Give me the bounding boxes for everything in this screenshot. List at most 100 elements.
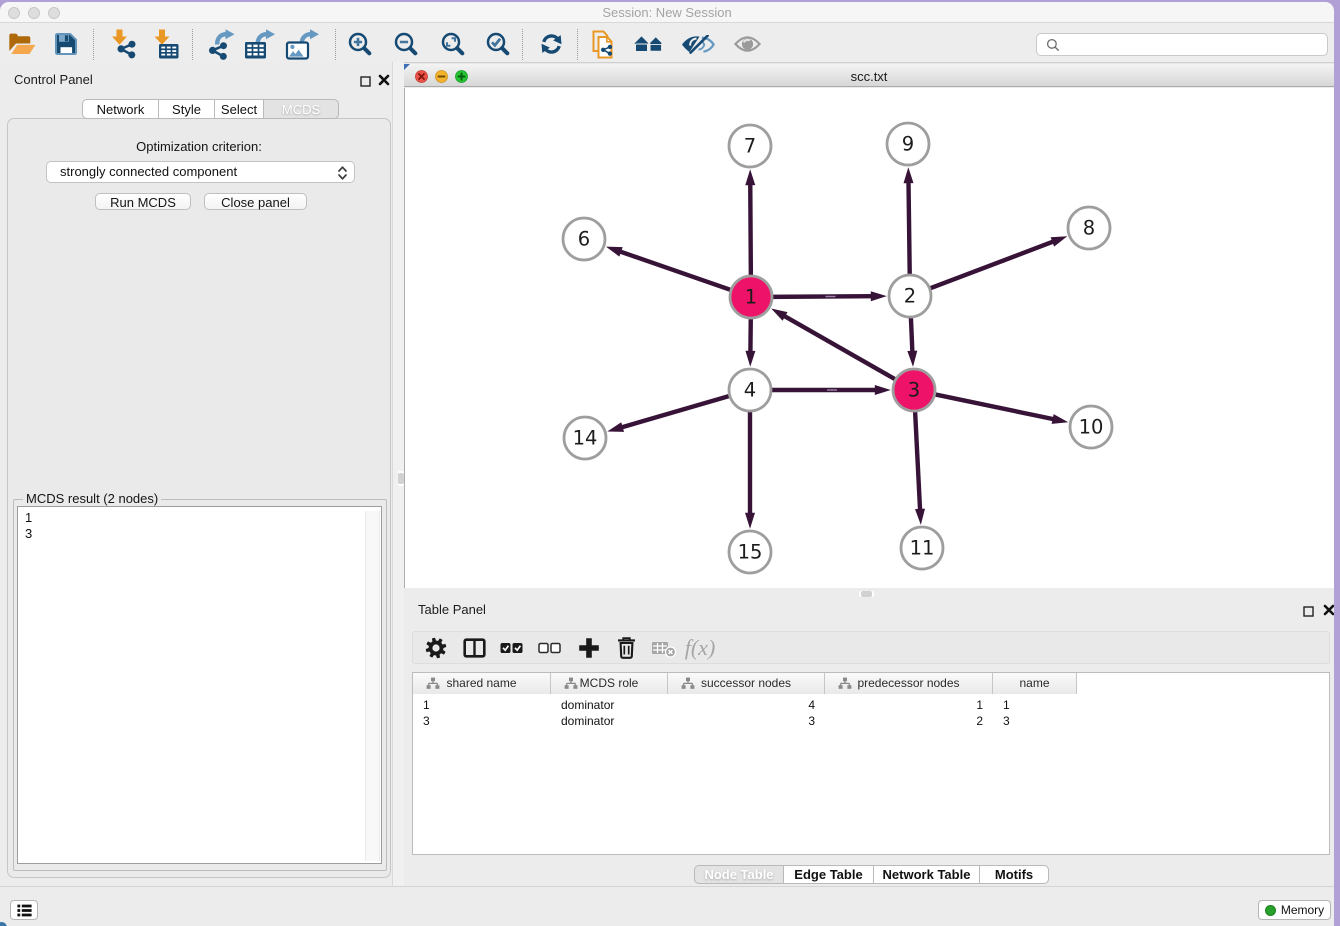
add-column-button[interactable] xyxy=(574,633,604,663)
cell-name[interactable]: 1 xyxy=(993,697,1077,713)
graph-node-7[interactable]: 7 xyxy=(729,125,771,167)
network-view-title: scc.txt xyxy=(404,69,1334,84)
cell-name[interactable]: 3 xyxy=(993,713,1077,729)
memory-button[interactable]: Memory xyxy=(1258,900,1331,920)
close-panel-button[interactable]: Close panel xyxy=(204,193,307,210)
show-overview-button[interactable] xyxy=(632,28,666,60)
hide-graphics-details-button[interactable] xyxy=(681,28,715,60)
tab-edge-table[interactable]: Edge Table xyxy=(783,865,873,884)
optimization-criterion-dropdown[interactable]: strongly connected component xyxy=(46,161,355,183)
toolbar-separator xyxy=(522,29,523,60)
network-view-titlebar: scc.txt xyxy=(404,63,1334,87)
graph-node-10[interactable]: 10 xyxy=(1070,406,1112,448)
column-header-name[interactable]: name xyxy=(993,673,1077,694)
delete-column-button[interactable] xyxy=(611,633,641,663)
zoom-fit-button[interactable] xyxy=(436,28,470,60)
import-network-button[interactable] xyxy=(105,28,139,60)
tab-select[interactable]: Select xyxy=(214,99,263,119)
edge-3-11[interactable] xyxy=(915,408,920,511)
edge-1-2[interactable] xyxy=(769,296,873,297)
tab-node-table[interactable]: Node Table xyxy=(694,865,783,884)
edge-3-1[interactable] xyxy=(783,315,898,381)
column-header-shared-name[interactable]: shared name xyxy=(413,673,551,694)
mcds-result-list[interactable]: 1 3 xyxy=(17,506,382,864)
edge-1-7[interactable] xyxy=(750,183,751,279)
import-network-icon xyxy=(108,29,136,59)
column-header-predecessor-nodes[interactable]: predecessor nodes xyxy=(825,673,993,694)
graph-node-9[interactable]: 9 xyxy=(887,123,929,165)
edge-2-8[interactable] xyxy=(927,241,1054,289)
cell-successor-nodes[interactable]: 3 xyxy=(668,713,825,729)
control-panel-header: Control Panel xyxy=(0,62,394,96)
graph-node-4[interactable]: 4 xyxy=(729,369,771,411)
search-input[interactable] xyxy=(1036,33,1328,56)
settings-button[interactable] xyxy=(421,633,451,663)
graph-node-15[interactable]: 15 xyxy=(729,531,771,573)
tab-mcds[interactable]: MCDS xyxy=(263,99,339,119)
table-row[interactable]: 1dominator411 xyxy=(413,697,1329,713)
cell-predecessor-nodes[interactable]: 2 xyxy=(825,713,993,729)
delete-table-button[interactable] xyxy=(649,633,679,663)
tab-network[interactable]: Network xyxy=(82,99,158,119)
edge-1-6[interactable] xyxy=(619,251,734,291)
graph-node-3[interactable]: 3 xyxy=(893,369,935,411)
arrowhead-4-14 xyxy=(607,422,624,432)
delete-table-icon xyxy=(651,639,677,658)
open-session-button[interactable] xyxy=(5,28,39,60)
zoom-in-button[interactable] xyxy=(343,28,377,60)
arrowhead-4-15 xyxy=(745,513,755,529)
mcds-result-items: 1 3 xyxy=(25,510,32,542)
arrowhead-2-8 xyxy=(1051,236,1068,246)
control-panel-close-button[interactable] xyxy=(378,73,390,91)
graph-node-6[interactable]: 6 xyxy=(563,218,605,260)
graph-node-8[interactable]: 8 xyxy=(1068,207,1110,249)
edge-2-9[interactable] xyxy=(908,181,909,278)
cell-successor-nodes[interactable]: 4 xyxy=(668,697,825,713)
graph-node-11[interactable]: 11 xyxy=(901,527,943,569)
network-canvas[interactable]: 7 9 6 8 1 2 4 3 14 10 15 11 xyxy=(404,88,1334,588)
export-image-button[interactable] xyxy=(285,28,319,60)
node-label-4: 4 xyxy=(744,379,756,402)
tab-style[interactable]: Style xyxy=(158,99,214,119)
columns-button[interactable] xyxy=(459,633,489,663)
duplicate-network-button[interactable] xyxy=(586,28,620,60)
zoom-selected-button[interactable] xyxy=(481,28,515,60)
mcds-result-group: MCDS result (2 nodes) 1 3 xyxy=(13,499,387,871)
cell-predecessor-nodes[interactable]: 1 xyxy=(825,697,993,713)
table-panel-float-button[interactable] xyxy=(1303,604,1314,622)
cell-shared-name[interactable]: 1 xyxy=(413,697,551,713)
cell-shared-name[interactable]: 3 xyxy=(413,713,551,729)
zoom-out-icon xyxy=(394,32,418,56)
cell-MCDS-role[interactable]: dominator xyxy=(551,697,668,713)
mcds-result-scrollbar[interactable] xyxy=(365,511,380,861)
deselect-all-button[interactable] xyxy=(535,633,565,663)
graph-node-2[interactable]: 2 xyxy=(889,275,931,317)
tab-motifs[interactable]: Motifs xyxy=(979,865,1049,884)
task-history-button[interactable] xyxy=(10,900,38,920)
edge-4-14[interactable] xyxy=(621,395,733,428)
save-session-button[interactable] xyxy=(49,28,83,60)
cell-MCDS-role[interactable]: dominator xyxy=(551,713,668,729)
run-mcds-button[interactable]: Run MCDS xyxy=(95,193,191,210)
tab-network-table[interactable]: Network Table xyxy=(873,865,979,884)
show-graphics-details-button[interactable] xyxy=(730,28,764,60)
zoom-out-button[interactable] xyxy=(389,28,423,60)
graph-node-14[interactable]: 14 xyxy=(564,417,606,459)
edge-2-3[interactable] xyxy=(911,314,913,353)
function-builder-button[interactable]: f(x) xyxy=(685,633,715,663)
arrowhead-1-7 xyxy=(745,169,755,185)
graph-node-1[interactable]: 1 xyxy=(730,276,772,318)
export-table-button[interactable] xyxy=(243,28,277,60)
control-panel-float-button[interactable] xyxy=(360,74,371,92)
node-label-7: 7 xyxy=(744,135,756,158)
edge-3-10[interactable] xyxy=(932,394,1055,420)
select-all-button[interactable] xyxy=(497,633,527,663)
table-panel-close-button[interactable] xyxy=(1323,603,1334,621)
column-header-MCDS-role[interactable]: MCDS role xyxy=(551,673,668,694)
refresh-button[interactable] xyxy=(535,28,569,60)
import-table-button[interactable] xyxy=(148,28,182,60)
table-row[interactable]: 3dominator323 xyxy=(413,713,1329,729)
table-tabs: Node TableEdge TableNetwork TableMotifs xyxy=(694,865,1049,884)
export-network-button[interactable] xyxy=(205,28,239,60)
column-header-successor-nodes[interactable]: successor nodes xyxy=(668,673,825,694)
